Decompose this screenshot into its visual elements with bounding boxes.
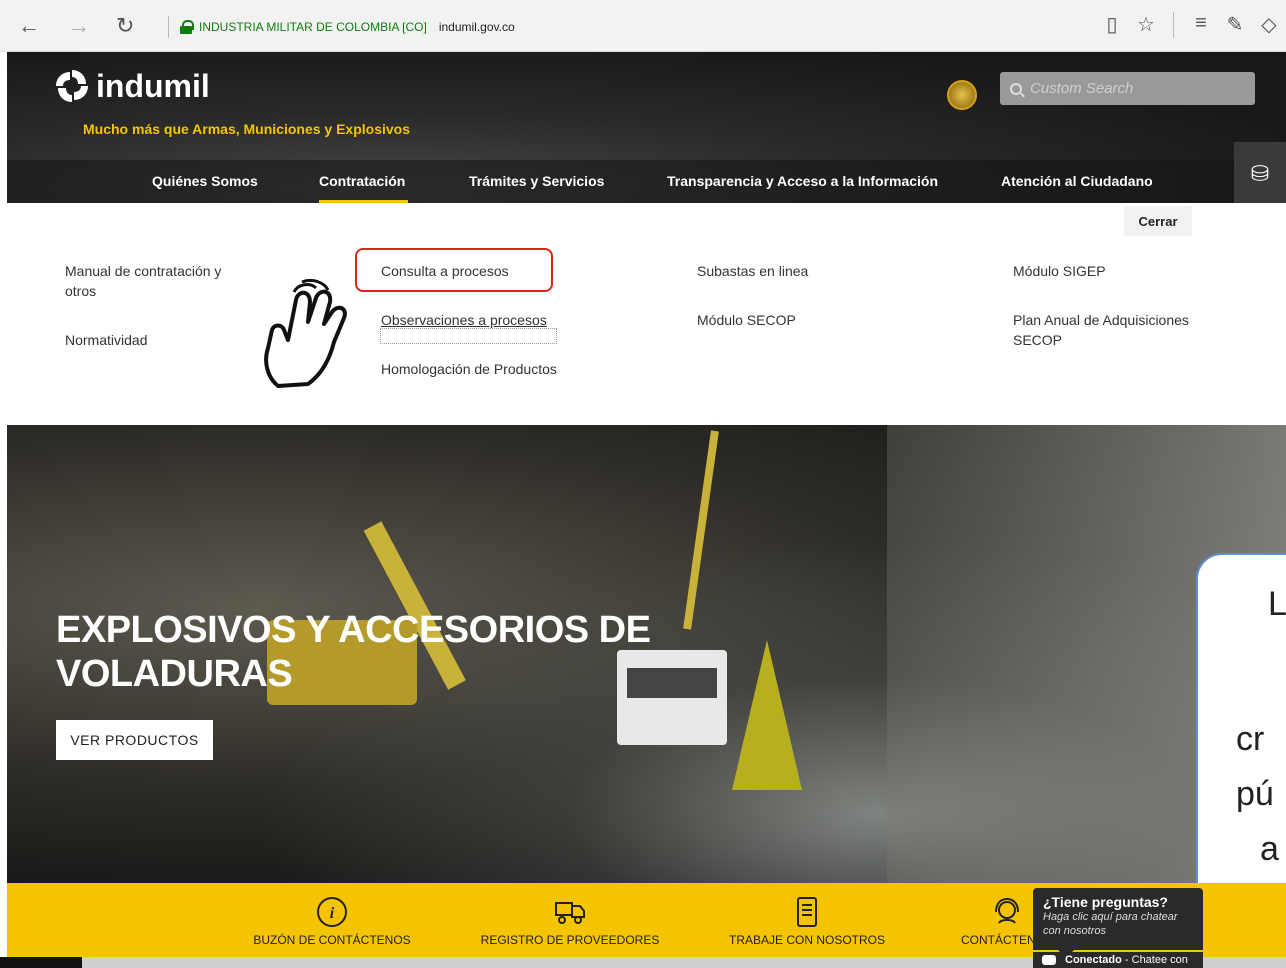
colombia-crest-icon — [947, 80, 977, 110]
menu-link-plan-anual-adquisiciones[interactable]: Plan Anual de Adquisiciones SECOP — [1013, 310, 1213, 350]
search-input[interactable] — [1030, 80, 1230, 97]
browser-actions: ▯ ☆ ≡ ✎ ◇ — [1095, 12, 1286, 38]
nav-contratacion[interactable]: Contratación — [319, 173, 405, 189]
search-box[interactable] — [1000, 72, 1255, 105]
drill-mast — [683, 430, 719, 630]
menu-link-manual-contratacion[interactable]: Manual de contratación y otros — [65, 261, 255, 301]
url-text[interactable]: indumil.gov.co — [439, 20, 515, 34]
quick-link-registro-proveedores[interactable]: REGISTRO DE PROVEEDORES — [481, 883, 659, 957]
nav-quienes-somos[interactable]: Quiénes Somos — [152, 173, 258, 189]
hero-title: EXPLOSIVOS Y ACCESORIOS DE VOLADURAS — [56, 609, 651, 695]
main-navigation: Quiénes Somos Contratación Trámites y Se… — [7, 160, 1286, 203]
ver-productos-button[interactable]: VER PRODUCTOS — [56, 720, 213, 760]
quick-link-label: REGISTRO DE PROVEEDORES — [480, 933, 660, 947]
quick-link-buzon[interactable]: i BUZÓN DE CONTÁCTENOS — [252, 883, 412, 957]
menu-link-subastas-linea[interactable]: Subastas en linea — [697, 261, 808, 281]
callout-line: a — [1260, 830, 1279, 868]
svg-text:i: i — [330, 905, 335, 922]
logo-text: indumil — [96, 67, 210, 104]
truck-icon — [555, 902, 585, 924]
menu-link-modulo-sigep[interactable]: Módulo SIGEP — [1013, 261, 1106, 281]
browser-toolbar: ← → ↻ INDUSTRIA MILITAR DE COLOMBIA [CO]… — [0, 0, 1286, 52]
quick-link-trabaje-nosotros[interactable]: TRABAJE CON NOSOTROS — [727, 883, 887, 957]
reading-view-icon[interactable]: ▯ — [1095, 12, 1129, 38]
menu-link-consulta-procesos[interactable]: Consulta a procesos — [381, 261, 509, 281]
chat-status-text: - Chatee con — [1121, 954, 1188, 966]
accessibility-paint-icon[interactable]: ⛁ — [1234, 142, 1286, 203]
divider — [168, 16, 169, 38]
callout-line: pú — [1236, 775, 1274, 813]
chat-question: ¿Tiene preguntas? — [1043, 894, 1168, 910]
site-header: indumil Mucho más que Armas, Municiones … — [7, 52, 1286, 203]
menu-link-homologacion-productos[interactable]: Homologación de Productos — [381, 359, 557, 379]
hub-icon[interactable]: ≡ — [1184, 12, 1218, 38]
menu-link-observaciones-procesos[interactable]: Observaciones a procesos — [381, 310, 547, 330]
callout-line: cr — [1236, 720, 1265, 758]
close-dropdown-button[interactable]: Cerrar — [1124, 206, 1192, 236]
callout-line: L — [1268, 585, 1286, 623]
address-bar[interactable]: INDUSTRIA MILITAR DE COLOMBIA [CO] indum… — [168, 14, 515, 40]
web-note-icon[interactable]: ✎ — [1218, 12, 1252, 38]
lower-strip-dark — [0, 957, 82, 968]
headset-icon — [995, 897, 1019, 924]
chat-widget[interactable]: ¿Tiene preguntas? Haga clic aquí para ch… — [1033, 888, 1203, 950]
back-button[interactable]: ← — [18, 14, 40, 38]
tagline: Mucho más que Armas, Municiones y Explos… — [83, 121, 411, 137]
chat-status-bar[interactable]: Conectado - Chatee con — [1033, 952, 1203, 968]
chat-bubble-icon — [1042, 955, 1056, 965]
nav-tramites-servicios[interactable]: Trámites y Servicios — [469, 173, 604, 189]
worker-figure — [732, 640, 802, 790]
indumil-logo-icon — [52, 66, 92, 106]
forward-button[interactable]: → — [68, 14, 90, 38]
refresh-button[interactable]: ↻ — [116, 14, 134, 38]
quick-link-label: TRABAJE CON NOSOTROS — [728, 933, 886, 947]
info-icon: i — [317, 897, 347, 927]
favorite-star-icon[interactable]: ☆ — [1129, 12, 1163, 38]
menu-link-modulo-secop[interactable]: Módulo SECOP — [697, 310, 796, 330]
chat-status-bold: Conectado — [1065, 954, 1122, 966]
nav-atencion-ciudadano[interactable]: Atención al Ciudadano — [1001, 173, 1153, 189]
site-logo[interactable]: indumil — [52, 66, 210, 106]
divider — [1173, 12, 1174, 38]
nav-transparencia[interactable]: Transparencia y Acceso a la Información — [667, 173, 938, 189]
search-icon — [1010, 82, 1022, 95]
chat-subtitle: Haga clic aquí para chatear con nosotros — [1043, 911, 1178, 937]
share-icon[interactable]: ◇ — [1252, 12, 1286, 38]
certificate-label[interactable]: INDUSTRIA MILITAR DE COLOMBIA [CO] — [199, 20, 427, 34]
document-icon — [797, 897, 817, 927]
pointing-hand-icon — [264, 278, 347, 388]
focus-outline — [380, 328, 557, 344]
menu-link-normatividad[interactable]: Normatividad — [65, 330, 147, 350]
quick-link-label: BUZÓN DE CONTÁCTENOS — [253, 933, 411, 947]
lock-icon[interactable] — [179, 20, 194, 34]
